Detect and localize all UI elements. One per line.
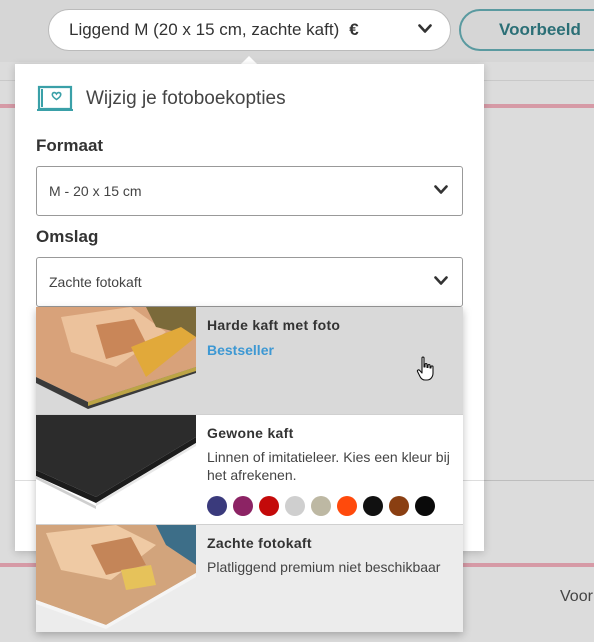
cover-option-name: Zachte fotokaft — [207, 535, 312, 551]
panel-title: Wijzig je fotoboekopties — [86, 88, 286, 109]
cover-option-description: Linnen of imitatieleer. Kies een kleur b… — [207, 449, 450, 483]
background-separator — [484, 480, 594, 481]
cover-label: Omslag — [36, 227, 99, 246]
plain-cover-thumbnail — [36, 415, 196, 524]
cover-select[interactable]: Zachte fotokaft — [36, 257, 463, 307]
cover-option-text: Zachte fotokaft Platliggend premium niet… — [207, 535, 457, 576]
cover-option-hardcover-photo[interactable]: Harde kaft met foto Bestseller — [36, 307, 463, 415]
chevron-down-icon — [434, 273, 448, 291]
cover-option-description: Platliggend premium niet beschikbaar — [207, 559, 441, 575]
cover-option-name: Harde kaft met foto — [207, 317, 341, 333]
color-swatch-2 — [233, 496, 253, 516]
color-swatch-3 — [259, 496, 279, 516]
cover-option-text: Harde kaft met foto Bestseller — [207, 317, 457, 358]
color-swatch-4 — [285, 496, 305, 516]
hand-pointer-icon — [416, 356, 436, 387]
cover-options-list: Harde kaft met foto Bestseller Gewone ka… — [36, 307, 463, 632]
preview-button[interactable]: Voorbeeld — [459, 9, 594, 51]
chevron-down-icon — [434, 182, 448, 200]
preview-button-label: Voorbeeld — [499, 20, 581, 39]
color-swatch-9 — [415, 496, 435, 516]
soft-photo-cover-thumbnail — [36, 525, 196, 632]
chevron-down-icon — [418, 21, 432, 39]
price-currency: € — [349, 20, 359, 39]
cover-value: Zachte fotokaft — [49, 274, 142, 290]
color-swatch-5 — [311, 496, 331, 516]
color-swatch-6 — [337, 496, 357, 516]
cover-option-plain[interactable]: Gewone kaft Linnen of imitatieleer. Kies… — [36, 415, 463, 525]
color-swatch-7 — [363, 496, 383, 516]
product-options-toggle[interactable]: Liggend M (20 x 15 cm, zachte kaft) € — [48, 9, 451, 51]
color-swatches — [207, 496, 457, 516]
format-value: M - 20 x 15 cm — [49, 183, 142, 199]
format-select[interactable]: M - 20 x 15 cm — [36, 166, 463, 216]
color-swatch-1 — [207, 496, 227, 516]
cover-option-name: Gewone kaft — [207, 425, 294, 441]
cover-option-text: Gewone kaft Linnen of imitatieleer. Kies… — [207, 425, 457, 516]
format-label: Formaat — [36, 136, 104, 155]
background-partial-text: Voor — [560, 588, 593, 605]
color-swatch-8 — [389, 496, 409, 516]
hardcover-photo-thumbnail — [36, 307, 196, 414]
cover-option-soft-photo[interactable]: Zachte fotokaft Platliggend premium niet… — [36, 525, 463, 632]
photobook-icon — [36, 83, 76, 118]
product-options-label: Liggend M (20 x 15 cm, zachte kaft) — [69, 20, 340, 39]
